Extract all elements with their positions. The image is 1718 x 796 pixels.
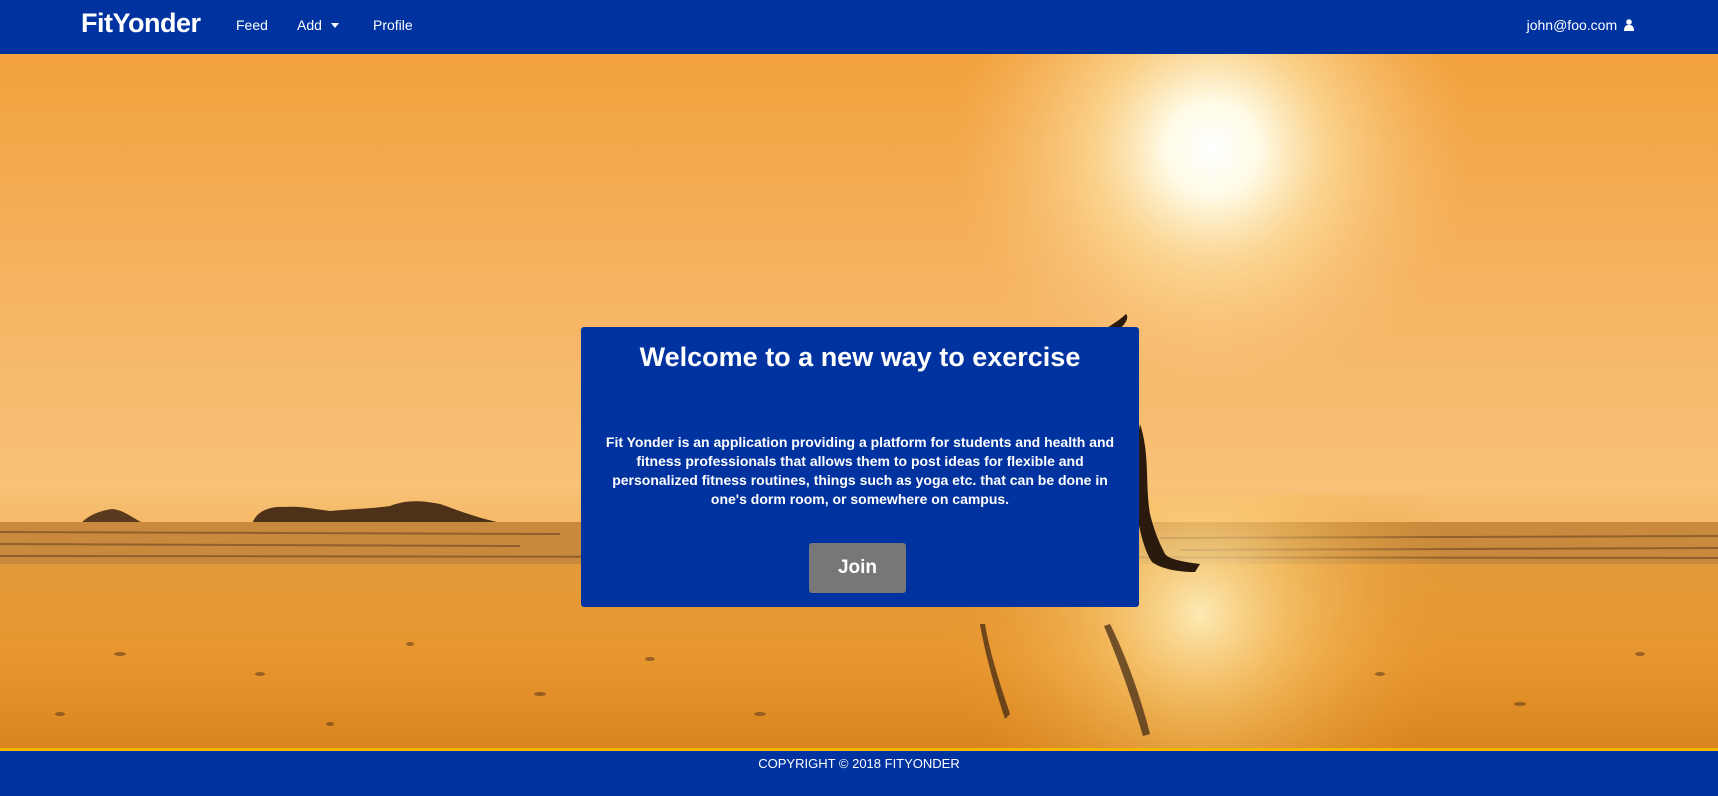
hero-banner: Welcome to a new way to exercise Fit Yon… — [0, 54, 1718, 748]
brand-logo[interactable]: FitYonder — [81, 8, 201, 39]
copyright-text: COPYRIGHT © 2018 FITYONDER — [758, 756, 960, 771]
user-icon — [1624, 19, 1634, 31]
user-email: john@foo.com — [1526, 17, 1618, 33]
nav-item-profile[interactable]: Profile — [373, 17, 413, 33]
welcome-description: Fit Yonder is an application providing a… — [605, 434, 1115, 507]
nav-item-add-label: Add — [297, 17, 322, 33]
user-menu[interactable]: john@foo.com — [1527, 17, 1634, 33]
top-navbar: FitYonder Feed Add Profile john@foo.com — [0, 0, 1718, 54]
caret-down-icon — [330, 22, 339, 28]
footer: COPYRIGHT © 2018 FITYONDER — [0, 748, 1718, 796]
welcome-card: Welcome to a new way to exercise Fit Yon… — [581, 327, 1139, 607]
nav-item-feed[interactable]: Feed — [236, 17, 268, 33]
nav-item-add-dropdown[interactable]: Add — [297, 17, 339, 33]
join-button[interactable]: Join — [809, 543, 906, 593]
welcome-title: Welcome to a new way to exercise — [639, 342, 1081, 372]
